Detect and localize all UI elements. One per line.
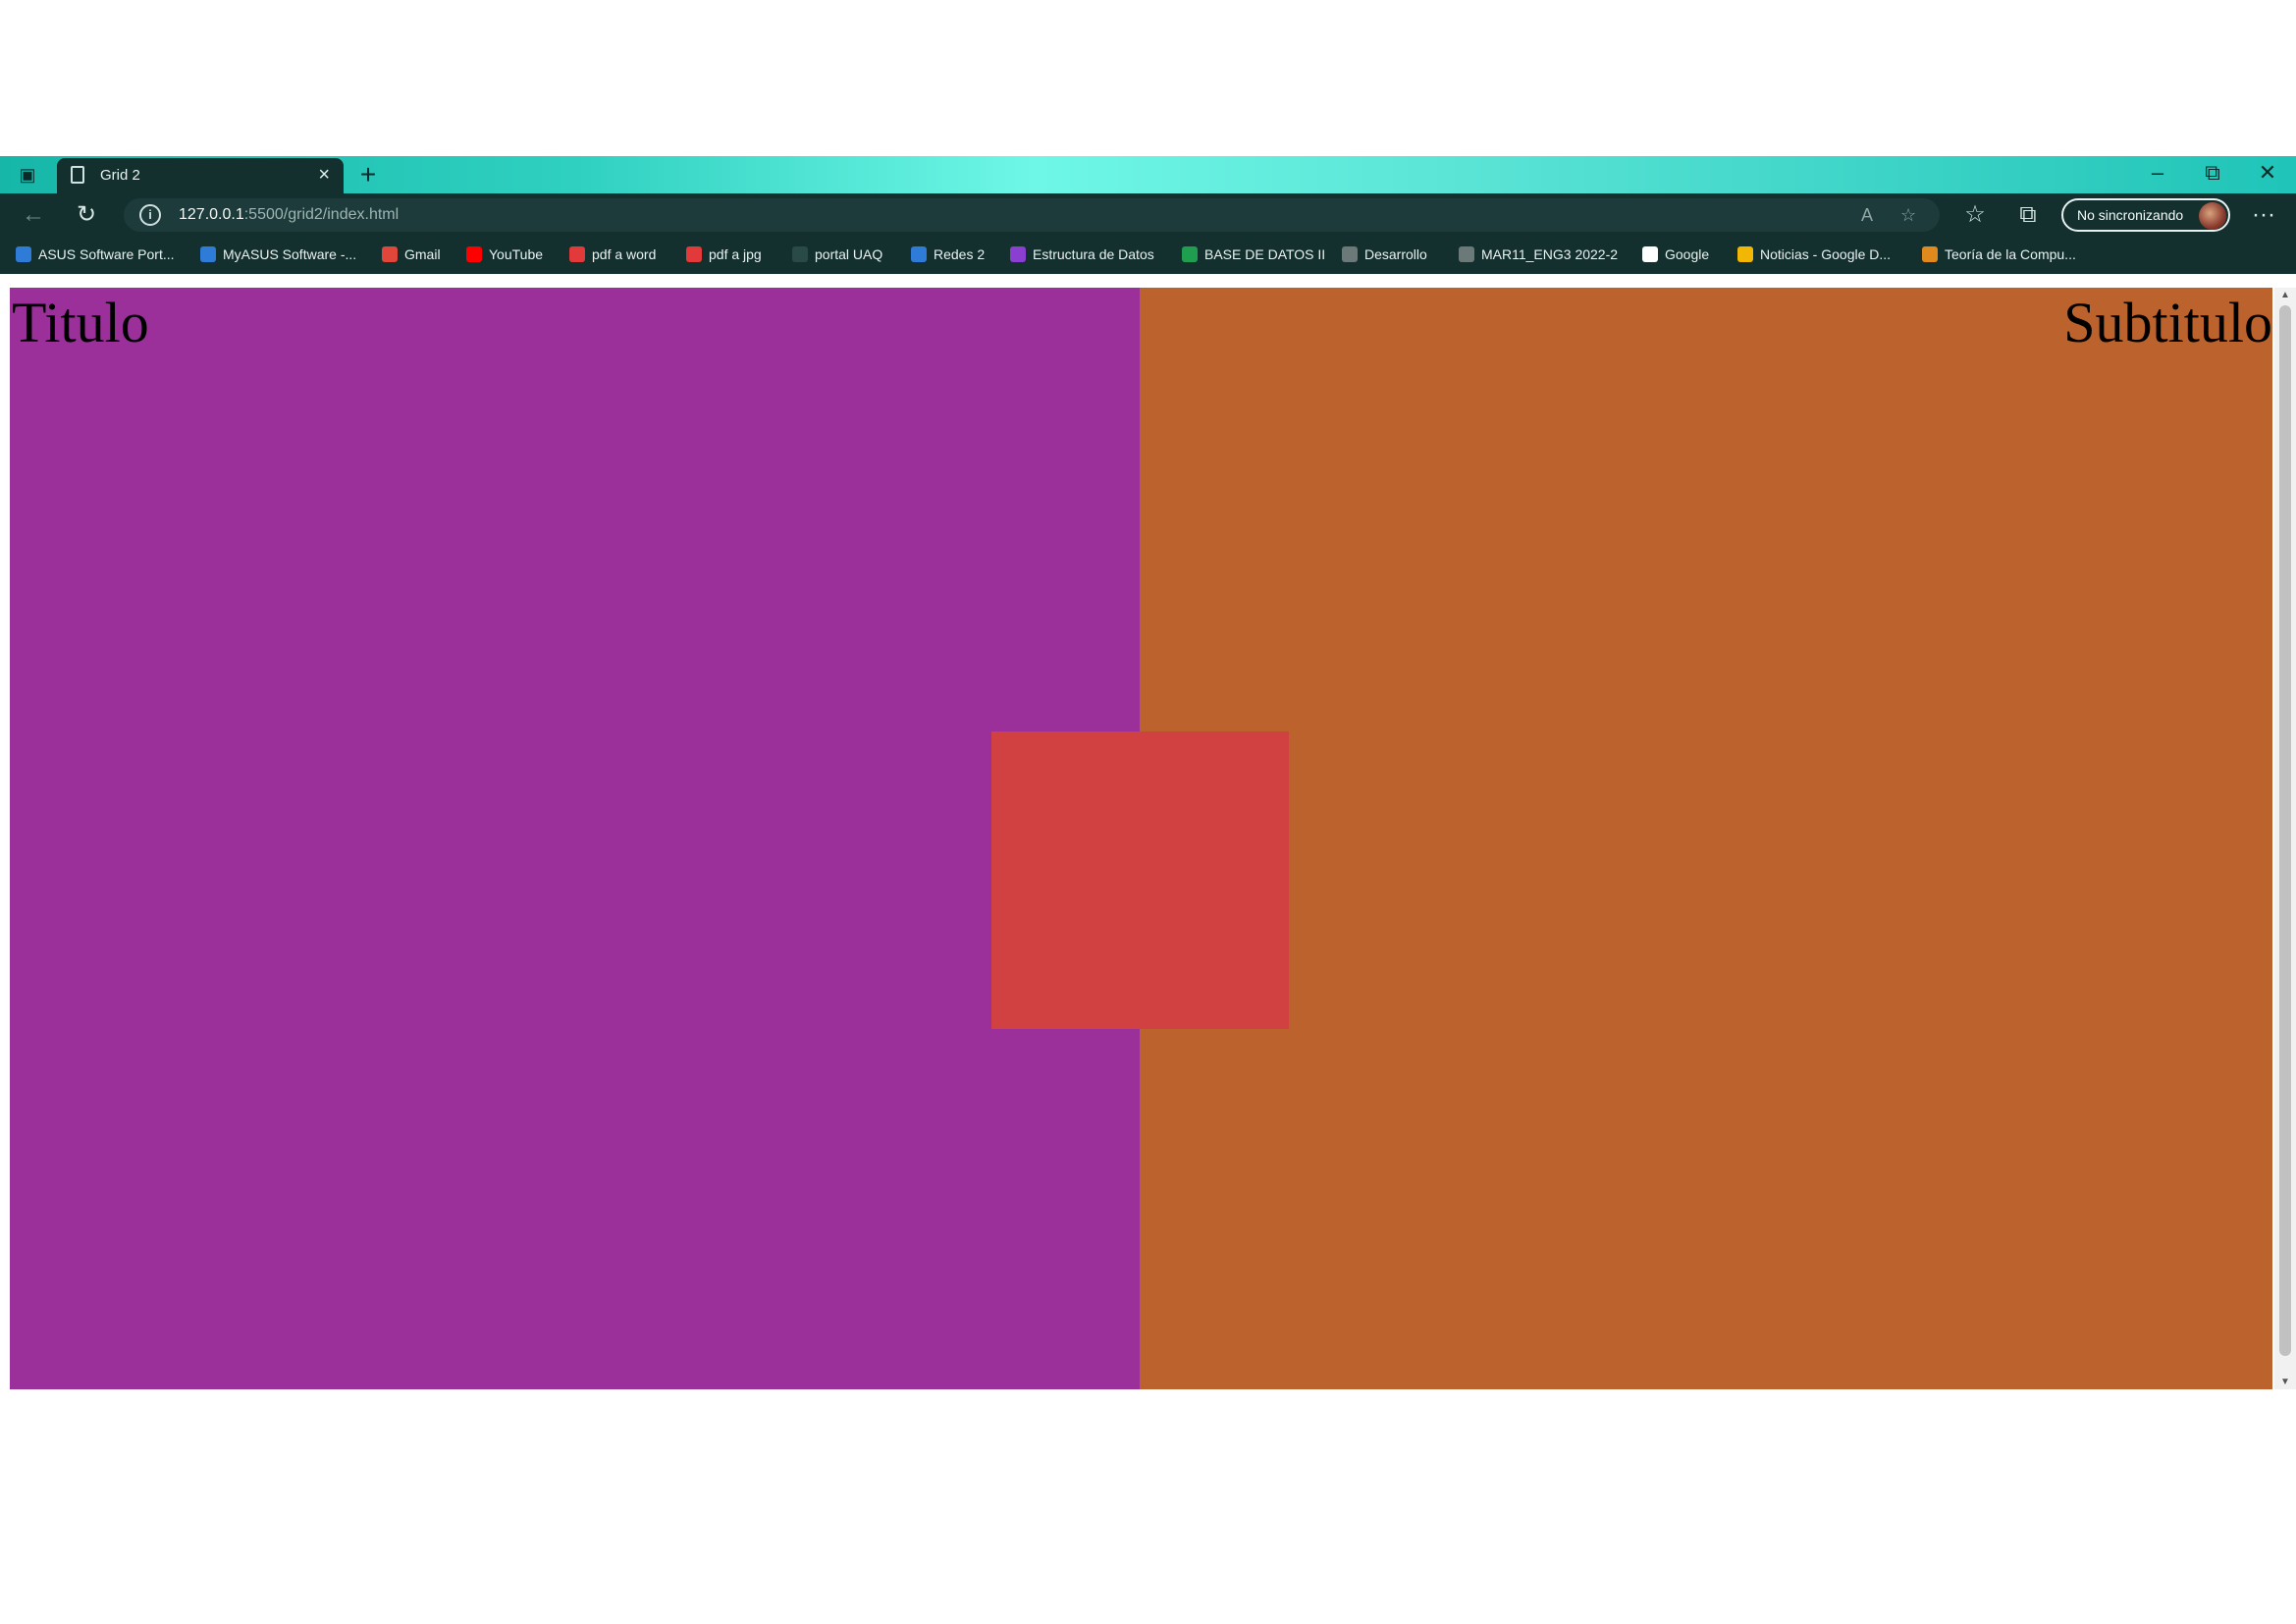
classroom-icon (1182, 246, 1198, 262)
gmail-icon (382, 246, 398, 262)
profile-button[interactable]: No sincronizando (2061, 198, 2230, 232)
tab-grid2[interactable]: Grid 2 × (57, 158, 344, 193)
tab-strip: ▣ Grid 2 × + – ⧉ ✕ (0, 156, 2296, 193)
page-subtitle: Subtitulo (2063, 291, 2272, 354)
page-viewport: Titulo Subtitulo (10, 288, 2272, 1389)
scroll-down-icon[interactable]: ▼ (2280, 1377, 2290, 1387)
right-grid-panel: Subtitulo (1140, 288, 2272, 1389)
new-tab-button[interactable]: + (353, 159, 383, 190)
bookmark-label: Gmail (404, 246, 441, 262)
bookmark-item[interactable]: Teoría de la Compu... (1922, 246, 2076, 266)
tab-close-icon[interactable]: × (318, 164, 330, 187)
bookmark-item[interactable]: MAR11_ENG3 2022-2 (1459, 246, 1618, 266)
tab-actions-icon[interactable]: ▣ (16, 163, 39, 187)
collections-icon[interactable]: ⧉ (2014, 201, 2042, 229)
scrollbar[interactable]: ▲ ▼ (2274, 288, 2296, 1389)
site-info-icon[interactable]: i (139, 204, 161, 226)
cart-icon (792, 246, 808, 262)
bookmark-item[interactable]: Redes 2 (911, 246, 985, 266)
left-grid-panel: Titulo (10, 288, 1140, 1389)
bookmark-label: BASE DE DATOS II (1204, 246, 1326, 262)
heart-icon (686, 246, 702, 262)
bookmark-item[interactable]: portal UAQ (792, 246, 882, 266)
bookmark-item[interactable]: Estructura de Datos (1010, 246, 1154, 266)
bookmark-item[interactable]: ASUS Software Port... (16, 246, 175, 266)
asus-icon (200, 246, 216, 262)
bookmark-item[interactable]: Noticias - Google D... (1737, 246, 1891, 266)
url-text[interactable]: 127.0.0.1:5500/grid2/index.html (179, 206, 399, 224)
bookmark-item[interactable]: BASE DE DATOS II (1182, 246, 1325, 266)
profile-label: No sincronizando (2077, 207, 2184, 223)
heart-icon (569, 246, 585, 262)
bookmark-label: Google (1665, 246, 1710, 262)
classroom-icon (911, 246, 927, 262)
bookmark-item[interactable]: Desarrollo (1342, 246, 1427, 266)
bookmark-label: ASUS Software Port... (38, 246, 175, 262)
center-box (991, 731, 1289, 1029)
bookmark-label: MyASUS Software -... (223, 246, 357, 262)
bookmark-label: YouTube (489, 246, 544, 262)
bookmark-item[interactable]: pdf a jpg (686, 246, 762, 266)
address-bar[interactable]: i 127.0.0.1:5500/grid2/index.html A ☆ (124, 198, 1940, 232)
classroom-icon (1922, 246, 1938, 262)
classroom-icon (1459, 246, 1474, 262)
bookmark-label: MAR11_ENG3 2022-2 (1481, 246, 1619, 262)
bookmark-label: Teoría de la Compu... (1945, 246, 2076, 262)
add-favorite-icon[interactable]: ☆ (1900, 205, 1916, 226)
scroll-up-icon[interactable]: ▲ (2280, 290, 2290, 300)
bookmark-item[interactable]: pdf a word (569, 246, 656, 266)
tab-title: Grid 2 (100, 167, 140, 184)
bookmark-label: pdf a word (592, 246, 657, 262)
restore-button[interactable]: ⧉ (2193, 160, 2232, 186)
favorites-icon[interactable]: ☆ (1961, 201, 1989, 229)
bookmark-item[interactable]: Gmail (382, 246, 441, 266)
bookmark-label: portal UAQ (815, 246, 883, 262)
youtube-icon (466, 246, 482, 262)
bookmark-label: pdf a jpg (709, 246, 762, 262)
bookmark-label: Noticias - Google D... (1760, 246, 1892, 262)
bookmark-item[interactable]: YouTube (466, 246, 543, 266)
google-icon (1642, 246, 1658, 262)
bookmark-item[interactable]: MyASUS Software -... (200, 246, 356, 266)
bookmark-item[interactable]: Google (1642, 246, 1709, 266)
asus-icon (16, 246, 31, 262)
drive-icon (1737, 246, 1753, 262)
bookmark-label: Estructura de Datos (1033, 246, 1154, 262)
scroll-thumb[interactable] (2279, 305, 2291, 1356)
page-title: Titulo (12, 291, 149, 354)
bookmarks-bar: ASUS Software Port... MyASUS Software -..… (0, 237, 2296, 274)
classroom-icon (1010, 246, 1026, 262)
more-menu-icon[interactable]: ··· (2250, 201, 2277, 229)
minimize-button[interactable]: – (2138, 160, 2177, 186)
browser-window: ▣ Grid 2 × + – ⧉ ✕ ← ↻ i 127.0.0.1:5500/… (0, 156, 2296, 1390)
refresh-icon[interactable]: ↻ (73, 201, 100, 229)
bookmark-label: Redes 2 (934, 246, 986, 262)
navigation-bar: ← ↻ i 127.0.0.1:5500/grid2/index.html A … (0, 193, 2296, 237)
classroom-icon (1342, 246, 1358, 262)
bookmark-label: Desarrollo (1364, 246, 1427, 262)
read-aloud-icon[interactable]: A (1861, 205, 1873, 226)
back-icon[interactable]: ← (20, 201, 47, 229)
page-icon (71, 166, 84, 184)
close-window-button[interactable]: ✕ (2248, 160, 2287, 186)
avatar (2199, 202, 2226, 230)
